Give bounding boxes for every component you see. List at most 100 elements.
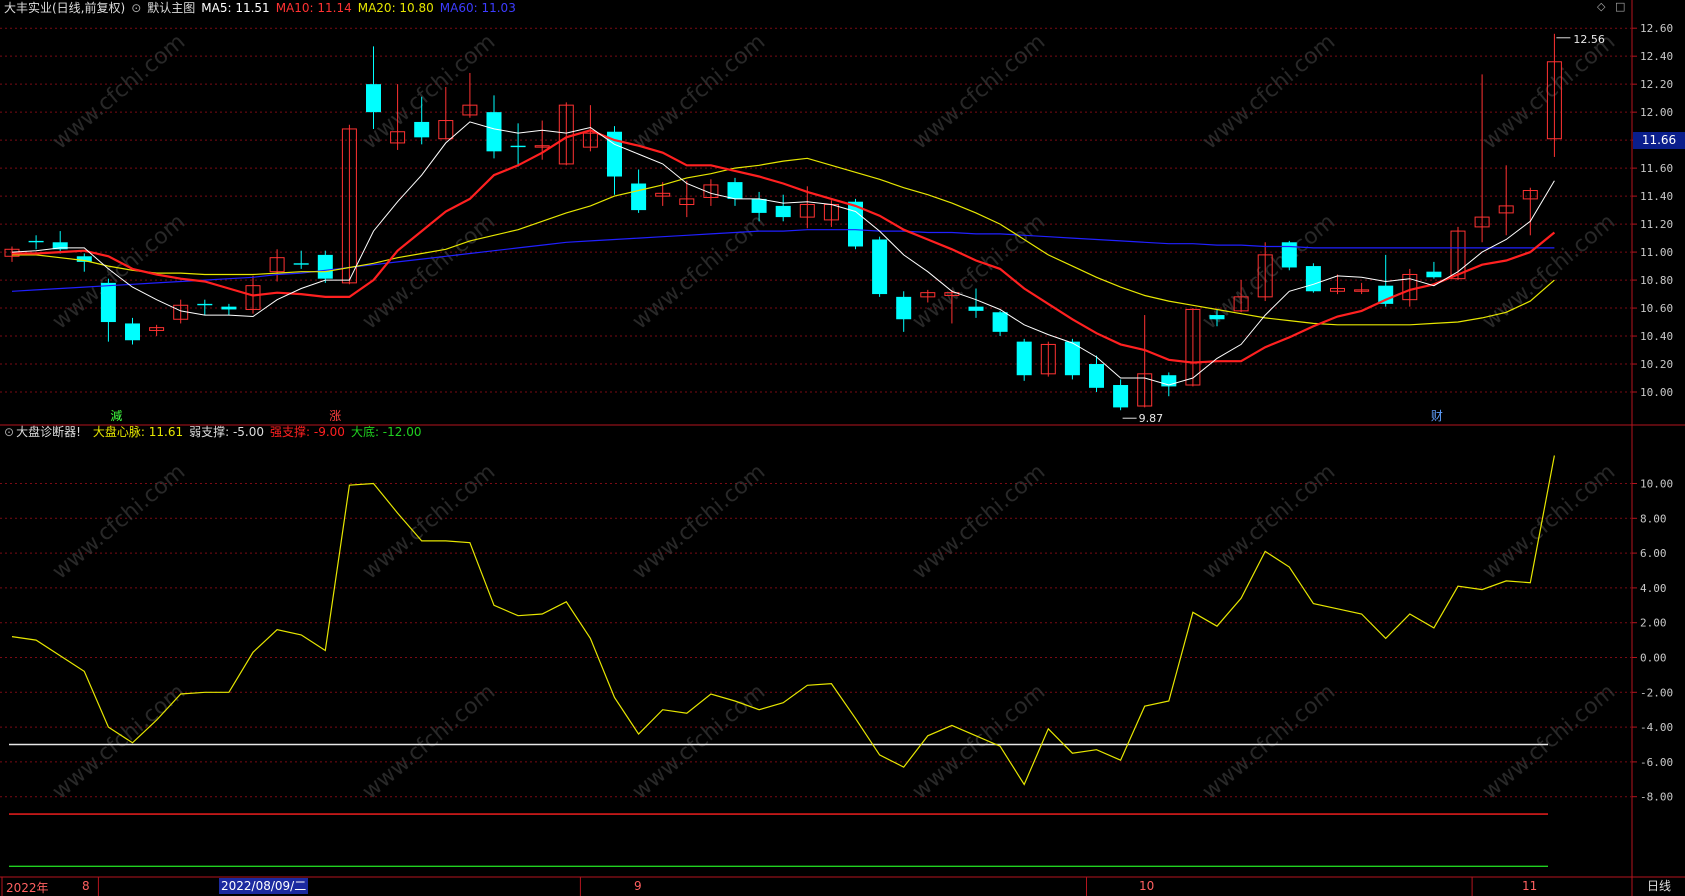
- watermark-text: www.cfchi.com: [908, 679, 1050, 804]
- window-restore-icon[interactable]: ◇: [1597, 0, 1605, 13]
- watermark-text: www.cfchi.com: [628, 679, 770, 804]
- strong-support-value: 强支撑: -9.00: [270, 425, 345, 439]
- candle-body-down: [631, 183, 647, 211]
- watermark-text: www.cfchi.com: [908, 29, 1050, 154]
- heart-line: [11, 455, 1555, 786]
- marker-reduce: 減: [110, 408, 122, 423]
- watermark-text: www.cfchi.com: [628, 29, 770, 154]
- candle-body-down: [317, 254, 333, 279]
- candle-body-down: [197, 303, 213, 306]
- watermark-text: www.cfchi.com: [908, 459, 1050, 584]
- high-price-label: 12.56: [1573, 33, 1605, 46]
- watermark-text: www.cfchi.com: [1478, 459, 1620, 584]
- watermark-text: www.cfchi.com: [1198, 679, 1340, 804]
- sub-y-tick-label: 8.00: [1640, 512, 1667, 525]
- candle-body-down: [28, 240, 44, 243]
- watermark-text: www.cfchi.com: [1478, 29, 1620, 154]
- watermark-text: www.cfchi.com: [628, 459, 770, 584]
- watermark-text: www.cfchi.com: [628, 209, 770, 334]
- stock-chart[interactable]: 12.6012.4012.2012.0011.8011.6011.4011.20…: [0, 0, 1685, 896]
- sub-chart-header: ⊙ 大盘诊断器! 大盘心脉: 11.61 弱支撑: -5.00 强支撑: -9.00 大底…: [4, 424, 427, 440]
- main-y-tick-label: 11.40: [1640, 190, 1673, 203]
- watermark-text: www.cfchi.com: [48, 459, 190, 584]
- close-chart-icon[interactable]: □: [1615, 0, 1625, 13]
- weak-support-value: 弱支撑: -5.00: [189, 425, 265, 439]
- watermark-text: www.cfchi.com: [1198, 29, 1340, 154]
- x-axis-year: 2022年: [6, 881, 49, 895]
- sub-y-tick-label: -4.00: [1640, 721, 1673, 734]
- ma20-value: MA20: 10.80: [357, 1, 434, 15]
- main-y-tick-label: 11.60: [1640, 162, 1673, 175]
- x-axis-month-10: 10: [1139, 879, 1155, 893]
- candle-body-down: [1016, 341, 1032, 376]
- watermark-text: www.cfchi.com: [1198, 459, 1340, 584]
- main-y-tick-label: 12.60: [1640, 22, 1673, 35]
- main-y-tick-label: 12.00: [1640, 106, 1673, 119]
- candle-body-down: [486, 112, 502, 152]
- x-axis-month-8: 8: [82, 879, 90, 893]
- main-chart-header: 大丰实业(日线,前复权) ⊙ 默认主图 MA5: 11.51 MA10: 11.14 MA…: [4, 0, 522, 16]
- main-y-tick-label: 11.20: [1640, 218, 1673, 231]
- heart-value: 大盘心脉: 11.61: [92, 425, 184, 439]
- candle-body-down: [992, 312, 1008, 332]
- candle-body-down: [1426, 271, 1442, 278]
- ma60-value: MA60: 11.03: [439, 1, 516, 15]
- bottom-value: 大底: -12.00: [350, 425, 422, 439]
- watermark-text: www.cfchi.com: [48, 29, 190, 154]
- candle-body-down: [510, 145, 526, 148]
- indicator-toggle-icon[interactable]: ⊙: [131, 1, 141, 15]
- watermark-text: www.cfchi.com: [48, 209, 190, 334]
- main-y-tick-label: 10.80: [1640, 274, 1673, 287]
- main-y-tick-label: 12.20: [1640, 78, 1673, 91]
- low-price-label: 9.87: [1139, 412, 1164, 425]
- sub-indicator-name[interactable]: 大盘诊断器!: [16, 425, 81, 439]
- marker-rise: 涨: [329, 408, 341, 423]
- main-y-tick-label: 10.40: [1640, 330, 1673, 343]
- sub-y-tick-label: 10.00: [1640, 478, 1673, 491]
- candle-body-down: [1209, 315, 1225, 320]
- candle-body-down: [125, 323, 140, 341]
- sub-y-tick-label: -6.00: [1640, 756, 1673, 769]
- candle-body-down: [366, 84, 381, 113]
- candle-body-down: [775, 205, 791, 218]
- candle-body-down: [293, 263, 309, 265]
- candle-body-down: [414, 121, 430, 138]
- watermark-text: www.cfchi.com: [1478, 209, 1620, 334]
- main-y-tick-label: 10.00: [1640, 386, 1673, 399]
- watermark-text: www.cfchi.com: [358, 679, 500, 804]
- sub-y-tick-label: 4.00: [1640, 582, 1667, 595]
- sub-y-tick-label: 6.00: [1640, 547, 1667, 560]
- sub-toggle-icon[interactable]: ⊙: [4, 425, 14, 439]
- sub-y-tick-label: -2.00: [1640, 686, 1673, 699]
- candle-body-down: [221, 306, 237, 310]
- candle-body-down: [751, 198, 767, 213]
- stock-title[interactable]: 大丰实业(日线,前复权): [4, 1, 125, 15]
- period-button[interactable]: 日线: [1634, 878, 1684, 895]
- main-y-tick-label: 10.20: [1640, 358, 1673, 371]
- candle-body-down: [896, 296, 912, 320]
- marker-finance: 财: [1431, 409, 1443, 423]
- candle-body-down: [872, 239, 888, 295]
- watermark-text: www.cfchi.com: [908, 209, 1050, 334]
- main-y-tick-label: 10.60: [1640, 302, 1673, 315]
- sub-y-tick-label: -8.00: [1640, 791, 1673, 804]
- watermark-text: www.cfchi.com: [48, 679, 190, 804]
- sub-y-tick-label: 2.00: [1640, 617, 1667, 630]
- main-y-tick-label: 12.40: [1640, 50, 1673, 63]
- x-axis-month-9: 9: [634, 879, 642, 893]
- watermark-text: www.cfchi.com: [1478, 679, 1620, 804]
- candle-body-down: [968, 306, 984, 311]
- sub-y-tick-label: 0.00: [1640, 652, 1667, 665]
- x-axis-month-11: 11: [1522, 879, 1538, 893]
- main-y-tick-label: 11.00: [1640, 246, 1673, 259]
- main-indicator-name[interactable]: 默认主图: [147, 1, 195, 15]
- current-price-badge: 11.66: [1633, 132, 1685, 149]
- candle-body-down: [727, 182, 743, 199]
- candle-body-down: [1089, 364, 1104, 388]
- ma10-line: [12, 129, 1556, 364]
- candle-body-down: [100, 282, 116, 323]
- cursor-date-label: 2022/08/09/二: [219, 878, 309, 894]
- candle-body-down: [1064, 341, 1080, 376]
- ma5-value: MA5: 11.51: [201, 1, 270, 15]
- ma10-value: MA10: 11.14: [275, 1, 352, 15]
